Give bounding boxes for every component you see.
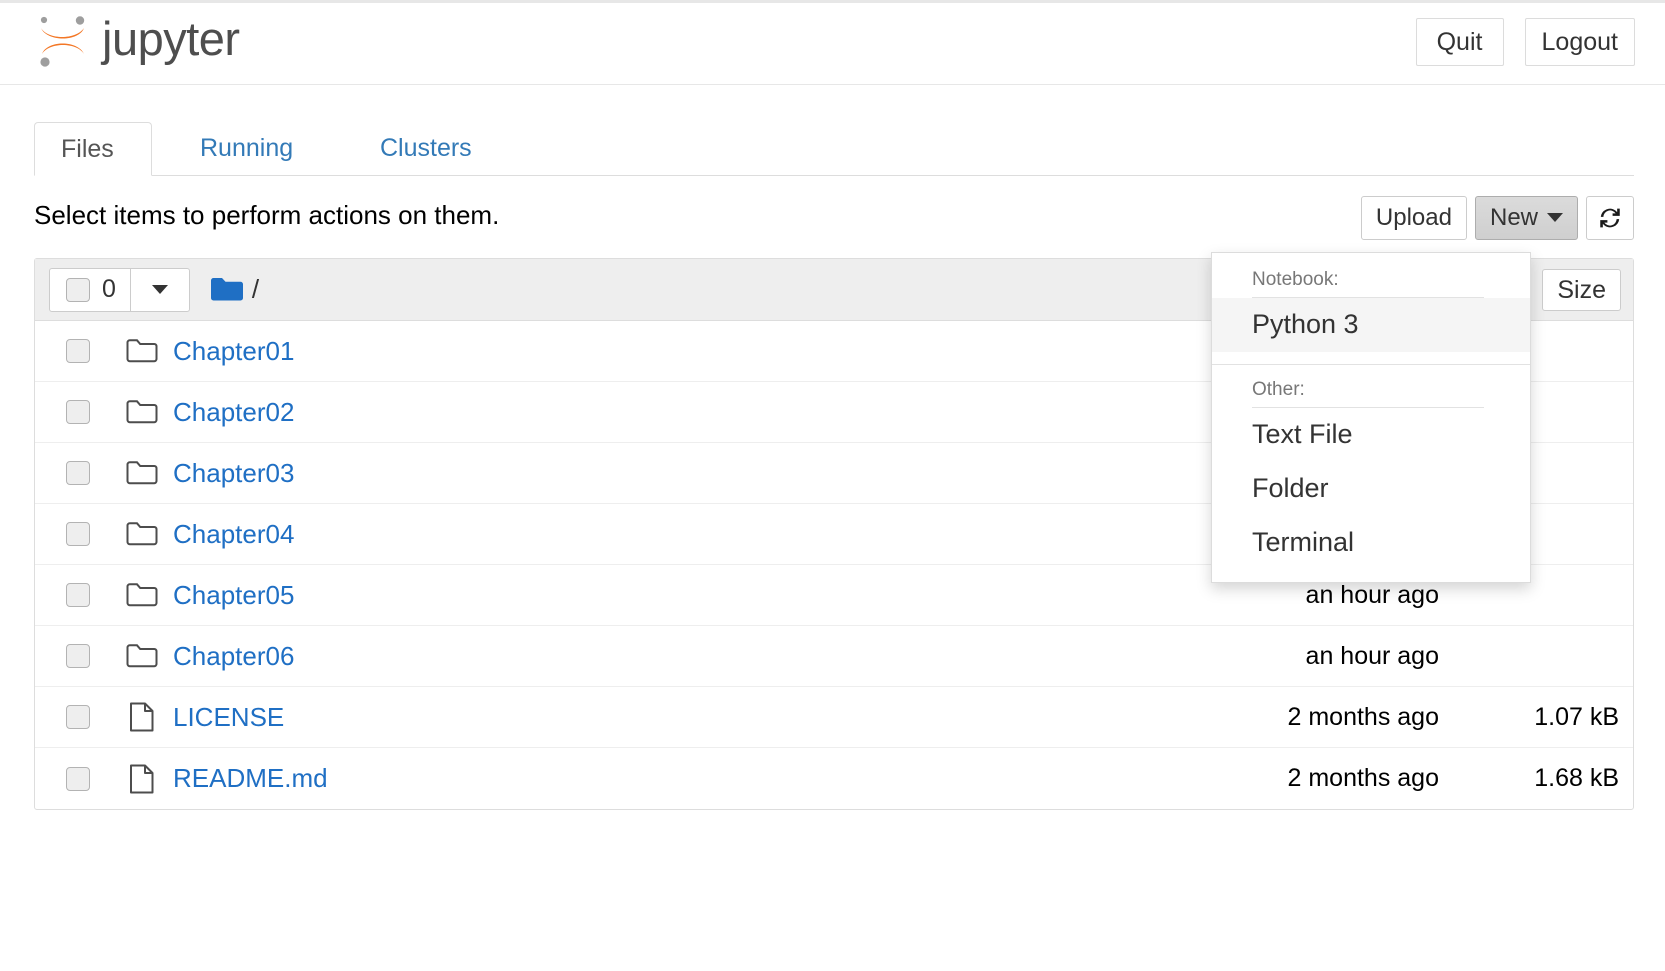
menu-item-text-file[interactable]: Text File [1212, 408, 1530, 462]
row-size: 1.07 kB [1439, 703, 1619, 732]
app-header: jupyter Quit Logout [0, 0, 1665, 85]
file-link[interactable]: Chapter01 [173, 336, 294, 367]
brand-title: jupyter [102, 15, 240, 66]
folder-filled-icon [210, 276, 244, 303]
new-button-label: New [1490, 204, 1538, 231]
row-checkbox-cell [35, 644, 121, 668]
tab-running[interactable]: Running [174, 122, 319, 176]
menu-separator [1212, 364, 1530, 365]
new-button[interactable]: New [1475, 196, 1578, 240]
file-link[interactable]: README.md [173, 763, 328, 794]
files-toolbar: Select items to perform actions on them.… [34, 196, 1634, 252]
menu-item-python-3[interactable]: Python 3 [1212, 298, 1530, 352]
jupyter-brand[interactable]: jupyter [34, 9, 240, 71]
row-checkbox-cell [35, 767, 121, 791]
main-tabs: Files Running Clusters [34, 122, 1634, 176]
row-checkbox[interactable] [66, 583, 90, 607]
row-checkbox-cell [35, 400, 121, 424]
chevron-down-icon [1547, 213, 1563, 222]
row-modified: an hour ago [1109, 581, 1439, 610]
row-modified: 2 months ago [1109, 764, 1439, 793]
row-checkbox[interactable] [66, 461, 90, 485]
file-link[interactable]: Chapter04 [173, 519, 294, 550]
breadcrumb[interactable]: / [210, 274, 259, 305]
selection-dropdown-button[interactable] [131, 269, 189, 311]
row-checkbox[interactable] [66, 767, 90, 791]
folder-outline-icon [121, 521, 163, 547]
row-checkbox-cell [35, 705, 121, 729]
file-outline-icon [121, 763, 163, 795]
row-modified: 2 months ago [1109, 703, 1439, 732]
logout-button[interactable]: Logout [1525, 18, 1635, 66]
refresh-button[interactable] [1586, 196, 1634, 240]
quit-button[interactable]: Quit [1416, 18, 1504, 66]
select-all-group[interactable]: 0 [50, 269, 131, 311]
select-all-checkbox[interactable] [66, 278, 90, 302]
row-checkbox[interactable] [66, 644, 90, 668]
row-checkbox-cell [35, 339, 121, 363]
file-link[interactable]: Chapter05 [173, 580, 294, 611]
new-dropdown-menu: Notebook: Python 3 Other: Text File Fold… [1211, 252, 1531, 583]
row-checkbox[interactable] [66, 522, 90, 546]
table-row[interactable]: README.md 2 months ago 1.68 kB [35, 748, 1633, 809]
row-checkbox-cell [35, 461, 121, 485]
breadcrumb-root[interactable]: / [252, 274, 259, 305]
row-size: 1.68 kB [1439, 764, 1619, 793]
row-checkbox[interactable] [66, 339, 90, 363]
table-row[interactable]: Chapter06 an hour ago [35, 626, 1633, 687]
selected-count: 0 [102, 277, 116, 302]
row-checkbox-cell [35, 522, 121, 546]
sort-by-size-button[interactable]: Size [1542, 269, 1621, 311]
folder-outline-icon [121, 582, 163, 608]
select-items-hint: Select items to perform actions on them. [34, 200, 499, 231]
chevron-down-icon [152, 285, 168, 294]
refresh-icon [1597, 205, 1623, 231]
menu-section-other-label: Other: [1212, 371, 1530, 407]
file-link[interactable]: Chapter02 [173, 397, 294, 428]
folder-outline-icon [121, 460, 163, 486]
upload-button[interactable]: Upload [1361, 196, 1467, 240]
file-link[interactable]: LICENSE [173, 702, 284, 733]
selection-group: 0 [49, 268, 190, 312]
jupyter-logo-icon [34, 9, 92, 71]
tab-clusters[interactable]: Clusters [354, 122, 498, 176]
toolbar-actions: Upload New [1361, 196, 1634, 240]
header-actions: Quit Logout [1416, 18, 1635, 66]
row-checkbox-cell [35, 583, 121, 607]
row-modified: an hour ago [1109, 642, 1439, 671]
table-row[interactable]: LICENSE 2 months ago 1.07 kB [35, 687, 1633, 748]
folder-outline-icon [121, 643, 163, 669]
file-link[interactable]: Chapter03 [173, 458, 294, 489]
folder-outline-icon [121, 338, 163, 364]
file-outline-icon [121, 701, 163, 733]
folder-outline-icon [121, 399, 163, 425]
row-checkbox[interactable] [66, 705, 90, 729]
menu-section-notebook-label: Notebook: [1212, 261, 1530, 297]
menu-item-terminal[interactable]: Terminal [1212, 516, 1530, 570]
row-checkbox[interactable] [66, 400, 90, 424]
menu-item-folder[interactable]: Folder [1212, 462, 1530, 516]
tab-files[interactable]: Files [34, 122, 152, 176]
file-link[interactable]: Chapter06 [173, 641, 294, 672]
header-top-rule [0, 0, 1665, 3]
